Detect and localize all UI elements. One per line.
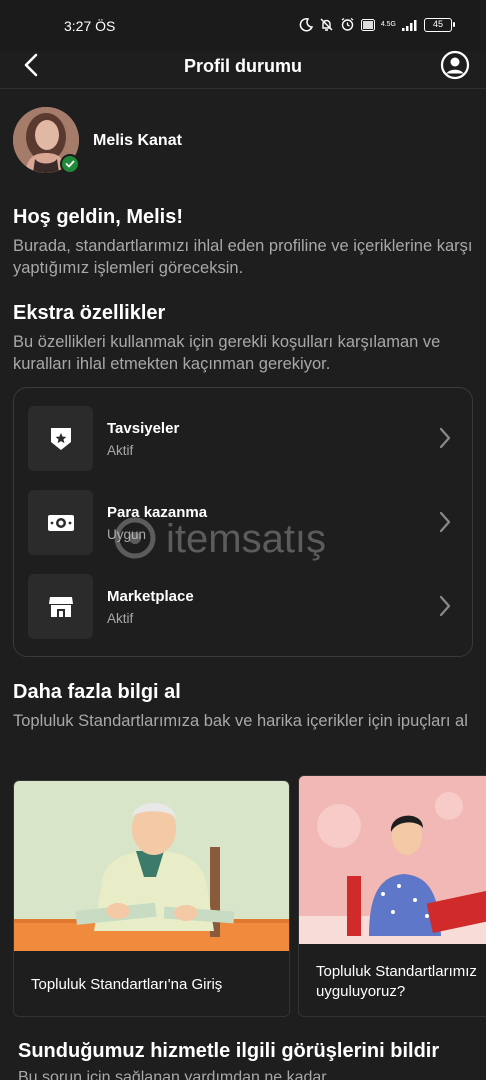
feature-row-tavsiyeler[interactable]: Tavsiyeler Aktif: [14, 388, 472, 471]
chevron-right-icon: [439, 511, 451, 533]
user-name: Melis Kanat: [93, 132, 182, 149]
tip-card[interactable]: Topluluk Standartları'na Giriş: [13, 780, 290, 1017]
check-icon: [65, 160, 75, 168]
volte-icon: [360, 18, 375, 31]
learn-more-title: Daha fazla bilgi al: [13, 681, 181, 703]
shield-star-icon: [50, 427, 71, 450]
feature-row-marketplace[interactable]: Marketplace Aktif: [14, 556, 472, 639]
money-icon: [47, 514, 74, 531]
tip-card-illustration: [299, 776, 486, 944]
app-bar: Profil durumu: [0, 44, 486, 88]
alarm-icon: [341, 17, 354, 31]
bell-muted-icon: [320, 18, 333, 31]
feature-icon-box: [28, 490, 93, 555]
feature-title: Para kazanma: [107, 504, 208, 521]
welcome-title: Hoş geldin, Melis!: [13, 206, 184, 228]
feature-icon-box: [28, 574, 93, 639]
page-title: Profil durumu: [184, 56, 302, 76]
tip-card-caption-line1: Topluluk Standartlarımız: [316, 963, 477, 980]
chevron-right-icon: [439, 595, 451, 617]
user-circle-icon: [440, 50, 470, 80]
feature-title: Tavsiyeler: [107, 420, 180, 437]
verified-badge: [60, 154, 80, 174]
feedback-title: Sunduğumuz hizmetle ilgili görüşlerini b…: [18, 1040, 440, 1062]
tip-card-caption: Topluluk Standartları'na Giriş: [31, 976, 223, 993]
battery-level: 45: [432, 18, 443, 29]
storefront-icon: [48, 596, 73, 617]
tip-card[interactable]: Topluluk Standartlarımız uyguluyoruz?: [298, 775, 486, 1017]
feature-title: Marketplace: [107, 588, 194, 605]
feature-row-para-kazanma[interactable]: Para kazanma Uygun: [14, 472, 472, 555]
feature-status: Aktif: [107, 611, 134, 626]
status-time: 3:27 ÖS: [64, 18, 116, 34]
welcome-body: Burada, standartlarımızı ihlal eden prof…: [13, 237, 473, 277]
features-card: Tavsiyeler Aktif Para kazanma Uygun Mark…: [13, 387, 473, 657]
status-icons: 4.5G 45: [299, 17, 455, 32]
feedback-subtitle: Bu sorun için sağlanan yardımdan ne kada…: [18, 1069, 327, 1080]
signal-icon: [402, 19, 417, 31]
moon-icon: [299, 17, 313, 31]
feature-status: Aktif: [107, 443, 134, 458]
chevron-right-icon: [439, 427, 451, 449]
header-divider: [0, 88, 486, 89]
feature-icon-box: [28, 406, 93, 471]
network-type: 4.5G: [380, 20, 396, 28]
tip-card-illustration: [14, 781, 289, 951]
extras-title: Ekstra özellikler: [13, 302, 166, 324]
feature-status: Uygun: [107, 527, 147, 542]
profile-button[interactable]: [440, 50, 470, 80]
extras-body: Bu özellikleri kullanmak için gerekli ko…: [13, 333, 441, 373]
tip-card-caption-line2: uyguluyoruz?: [316, 983, 406, 1000]
learn-more-body: Topluluk Standartlarımıza bak ve harika …: [13, 712, 468, 730]
battery-icon: 45: [424, 17, 455, 32]
